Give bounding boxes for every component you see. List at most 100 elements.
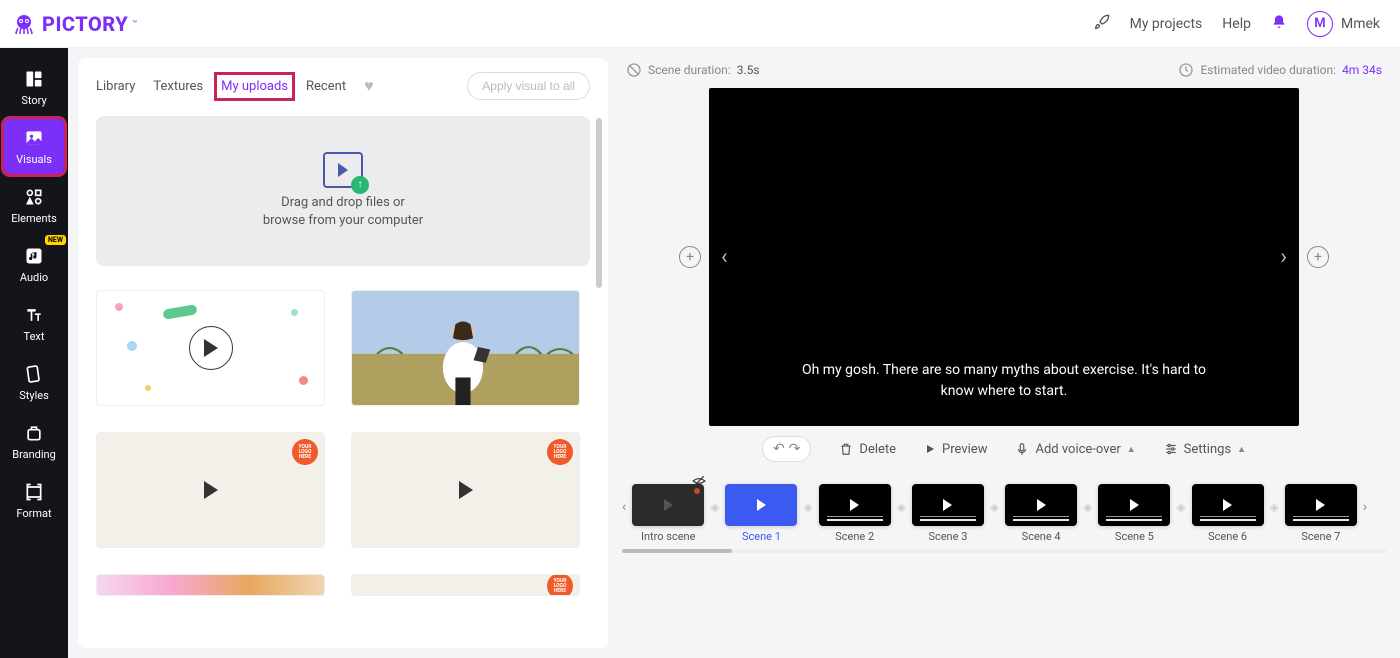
tab-recent[interactable]: Recent: [306, 79, 346, 94]
timeline-insert-icon[interactable]: ◈: [897, 500, 906, 528]
scrollbar[interactable]: [596, 118, 602, 636]
timeline-insert-icon[interactable]: ◈: [1270, 500, 1279, 528]
add-scene-before-button[interactable]: +: [679, 246, 701, 268]
logo[interactable]: PICTORY ™: [12, 12, 137, 36]
upload-thumb[interactable]: [351, 290, 580, 406]
notifications-icon[interactable]: [1271, 14, 1287, 34]
tab-my-uploads[interactable]: My uploads: [221, 79, 288, 94]
tab-library[interactable]: Library: [96, 79, 135, 94]
timeline-item-scene-7[interactable]: Scene 7: [1285, 484, 1357, 543]
preview-button[interactable]: Preview: [924, 442, 987, 457]
timeline-item-scene-1[interactable]: Scene 1: [725, 484, 797, 543]
timeline-item-scene-5[interactable]: Scene 5: [1098, 484, 1170, 543]
logo-placeholder-badge: YOUR LOGO HERE: [547, 574, 573, 596]
sidebar-item-visuals[interactable]: Visuals: [4, 119, 64, 174]
timeline: ‹ Intro scene ◈ Scene 1 ◈ Scene 2 ◈: [618, 484, 1390, 543]
elements-icon: [23, 186, 45, 208]
dropzone-text: Drag and drop files or browse from your …: [263, 194, 423, 230]
sidebar-item-text[interactable]: Text: [4, 296, 64, 351]
upload-thumb[interactable]: YOUR LOGO HERE: [96, 432, 325, 548]
upload-icon: ↑: [323, 152, 363, 188]
timeline-item-scene-2[interactable]: Scene 2: [819, 484, 891, 543]
tab-textures[interactable]: Textures: [153, 79, 203, 94]
timeline-insert-icon[interactable]: ◈: [710, 500, 719, 528]
upload-thumb[interactable]: [96, 574, 325, 596]
timeline-item-scene-3[interactable]: Scene 3: [912, 484, 984, 543]
my-projects-link[interactable]: My projects: [1130, 16, 1203, 32]
timeline-scroll-left[interactable]: ‹: [622, 499, 626, 529]
timeline-insert-icon[interactable]: ◈: [990, 500, 999, 528]
mic-icon: [1015, 442, 1029, 456]
timeline-thumb: [1285, 484, 1357, 526]
sidebar-item-elements[interactable]: Elements: [4, 178, 64, 233]
apply-visual-to-all-button[interactable]: Apply visual to all: [467, 72, 590, 100]
sidebar-item-story[interactable]: Story: [4, 60, 64, 115]
timeline-thumb: [1098, 484, 1170, 526]
header-right: My projects Help M Mmek: [1094, 11, 1380, 37]
timeline-scrollbar[interactable]: [622, 549, 1386, 553]
video-preview[interactable]: ‹ › Oh my gosh. There are so many myths …: [709, 88, 1299, 426]
uploads-grid: YOUR LOGO HERE YOUR LOGO HERE YOUR LOGO …: [96, 290, 590, 596]
preview-toolbar: ↶ ↷ Delete Preview Add voice-over ▲ Sett…: [618, 436, 1390, 462]
add-voiceover-button[interactable]: Add voice-over ▲: [1015, 442, 1135, 457]
estimated-duration-label: Estimated video duration:: [1200, 63, 1336, 77]
upgrade-icon[interactable]: [1094, 14, 1110, 34]
timeline-item-scene-6[interactable]: Scene 6: [1192, 484, 1264, 543]
format-icon: [23, 481, 45, 503]
trash-icon: [839, 442, 853, 456]
timeline-insert-icon[interactable]: ◈: [1176, 500, 1185, 528]
timeline-thumb: [1005, 484, 1077, 526]
undo-button[interactable]: ↶: [773, 441, 785, 457]
caption-text: Oh my gosh. There are so many myths abou…: [709, 360, 1299, 402]
help-link[interactable]: Help: [1222, 16, 1251, 32]
next-scene-button[interactable]: ›: [1272, 245, 1295, 270]
timeline-scroll-right[interactable]: ›: [1363, 499, 1367, 529]
clock-icon: [1178, 62, 1194, 78]
left-sidebar: Story Visuals Elements NEW Audio Text St…: [0, 48, 68, 658]
timeline-thumb: [1192, 484, 1264, 526]
scene-duration-label: Scene duration:: [648, 63, 731, 77]
logo-text: PICTORY: [42, 12, 128, 36]
estimated-duration-value: 4m 34s: [1342, 63, 1382, 77]
upload-thumb[interactable]: YOUR LOGO HERE: [351, 432, 580, 548]
workspace: Library Textures My uploads Recent ♥ App…: [68, 48, 1400, 658]
block-icon: [626, 62, 642, 78]
prev-scene-button[interactable]: ‹: [713, 245, 736, 270]
visuals-panel: Library Textures My uploads Recent ♥ App…: [78, 58, 608, 648]
avatar: M: [1307, 11, 1333, 37]
sidebar-item-audio[interactable]: NEW Audio: [4, 237, 64, 292]
favorites-icon[interactable]: ♥: [364, 76, 374, 96]
sidebar-item-styles[interactable]: Styles: [4, 355, 64, 410]
story-icon: [23, 68, 45, 90]
new-badge: NEW: [45, 235, 66, 245]
timeline-thumb: [725, 484, 797, 526]
thumb-image: [352, 291, 579, 405]
meta-bar: Scene duration: 3.5s Estimated video dur…: [618, 58, 1390, 88]
timeline-item-intro[interactable]: Intro scene: [632, 484, 704, 543]
branding-icon: [23, 422, 45, 444]
upload-thumb[interactable]: YOUR LOGO HERE: [351, 574, 580, 596]
sidebar-item-branding[interactable]: Branding: [4, 414, 64, 469]
add-scene-after-button[interactable]: +: [1307, 246, 1329, 268]
sliders-icon: [1164, 442, 1178, 456]
settings-button[interactable]: Settings ▲: [1164, 442, 1246, 457]
timeline-thumb: [632, 484, 704, 526]
upload-thumb[interactable]: [96, 290, 325, 406]
logo-placeholder-badge: YOUR LOGO HERE: [547, 439, 573, 465]
delete-button[interactable]: Delete: [839, 442, 896, 457]
user-menu[interactable]: M Mmek: [1307, 11, 1380, 37]
caret-up-icon: ▲: [1127, 444, 1136, 455]
top-header: PICTORY ™ My projects Help M Mmek: [0, 0, 1400, 48]
sidebar-item-format[interactable]: Format: [4, 473, 64, 528]
preview-panel: Scene duration: 3.5s Estimated video dur…: [618, 58, 1390, 648]
redo-button[interactable]: ↷: [789, 441, 801, 457]
timeline-item-scene-4[interactable]: Scene 4: [1005, 484, 1077, 543]
styles-icon: [23, 363, 45, 385]
timeline-insert-icon[interactable]: ◈: [1083, 500, 1092, 528]
timeline-thumb: [819, 484, 891, 526]
user-name: Mmek: [1341, 16, 1380, 32]
visuals-tabs: Library Textures My uploads Recent ♥ App…: [96, 72, 590, 100]
upload-dropzone[interactable]: ↑ Drag and drop files or browse from you…: [96, 116, 590, 266]
text-icon: [23, 304, 45, 326]
timeline-insert-icon[interactable]: ◈: [803, 500, 812, 528]
